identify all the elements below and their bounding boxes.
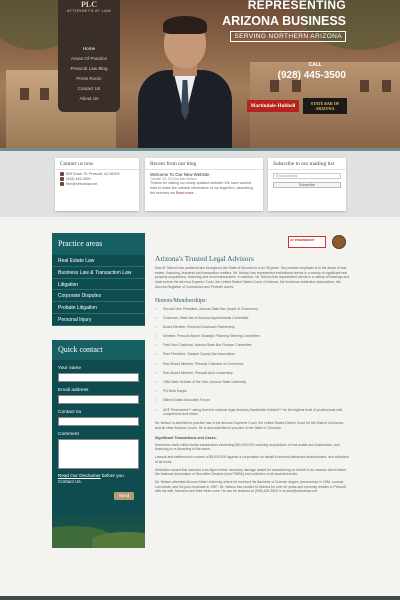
state-bar-badge[interactable]: STATE BAR OF ARIZONA	[303, 98, 347, 114]
list-item: AV® Preeminent™ rating from the national…	[155, 408, 350, 417]
email-input[interactable]	[58, 395, 139, 404]
list-item: Past Board Member, Prescott Area Leaders…	[155, 371, 350, 376]
admission-paragraph: Mr. Nelson is admitted to practice law i…	[155, 421, 344, 431]
comment-label: Comment	[58, 432, 79, 437]
list-item: Second Vice President, Arizona State Bar…	[155, 307, 350, 312]
subscribe-button[interactable]: Subscribe	[273, 182, 341, 188]
contact-box: Contact us now 825 Dover St. Prescott, A…	[55, 158, 139, 211]
blog-box: Recent from our blog Welcome To Our New …	[145, 158, 263, 211]
main-nav: PLC ATTORNEYS AT LAW Home Areas Of Pract…	[58, 0, 120, 112]
read-more-link[interactable]: Read more...	[176, 191, 197, 195]
quick-contact-panel: Quick contact Your name Email address Co…	[52, 340, 145, 548]
hero-banner: PLC ATTORNEYS AT LAW Home Areas Of Pract…	[0, 0, 400, 148]
list-item: Chairman, State Bar of Arizona Appointme…	[155, 316, 350, 321]
location-icon	[60, 172, 64, 177]
mailing-list-title: Subscribe to our mailing list	[273, 161, 335, 167]
list-item: Past Vice Chairman, Arizona State Bar Fi…	[155, 343, 350, 348]
practice-areas-title: Practice areas	[52, 233, 145, 255]
list-item: Phi Beta Kappa	[155, 389, 350, 394]
contact-box-title: Contact us now	[60, 161, 94, 167]
nav-home[interactable]: Home	[58, 46, 120, 51]
transactions-heading: Significant Transactions and Cases:	[155, 435, 217, 440]
hero-headline-2: ARIZONA BUSINESS	[222, 14, 346, 28]
nav-press-room[interactable]: Press Room	[58, 76, 120, 81]
contact-number-label: Contact no	[58, 410, 82, 415]
contact-number-input[interactable]	[58, 417, 139, 426]
martindale-hubbell-badge[interactable]: Martindale-Hubbell	[247, 100, 299, 112]
practice-areas-panel: Practice areas Real Estate Law Business …	[52, 233, 145, 326]
list-item: 1984 Male Scholar of the Year, Arizona S…	[155, 380, 350, 385]
bio-paragraph: Mr. Nelson attended Arizona State Univer…	[155, 479, 346, 494]
landscape-image	[52, 512, 145, 548]
nav-law-blog[interactable]: Prescott Law Blog	[58, 66, 120, 71]
practice-item-probate[interactable]: Probate Litigation	[52, 302, 145, 314]
mailing-list-box: Subscribe to our mailing list Email addr…	[268, 158, 346, 211]
page-title: Arizona's Trusted Legal Advisors	[155, 254, 254, 263]
practice-item-litigation[interactable]: Litigation	[52, 279, 145, 291]
nav-contact-us[interactable]: Contact Us	[58, 86, 120, 91]
hero-tagline: SERVING NORTHERN ARIZONA	[230, 31, 346, 42]
email-icon	[60, 182, 64, 187]
honors-list: Second Vice President, Arizona State Bar…	[155, 307, 350, 417]
intro-paragraph: Mac M. Nelson has practiced law througho…	[155, 266, 350, 289]
list-item: Million Dollar Advocates Forum	[155, 398, 350, 403]
nav-about-us[interactable]: About Us	[58, 96, 120, 101]
cases-paragraph-1: Numerous multi-million dollar transactio…	[155, 442, 340, 452]
list-item: Board Member, Prescott Downtown Partners…	[155, 325, 350, 330]
footer-bar	[0, 596, 400, 600]
hero-headline-1: REPRESENTING	[247, 0, 346, 12]
blog-excerpt: Thanks for visiting our newly updated we…	[150, 181, 253, 196]
cases-paragraph-3: Arbitration award that included a six-fi…	[155, 467, 347, 477]
email-subscribe-input[interactable]: Email address	[273, 173, 341, 179]
hero-phone[interactable]: (928) 445-3500	[278, 70, 346, 81]
practice-item-corporate-disputes[interactable]: Corporate Disputes	[52, 290, 145, 303]
nav-areas-of-practice[interactable]: Areas Of Practice	[58, 56, 120, 61]
practice-item-business-law[interactable]: Business Law & Transaction Law	[52, 267, 145, 279]
email-label: Email address	[58, 388, 89, 393]
name-label: Your name	[58, 366, 82, 371]
send-button[interactable]: Send	[114, 492, 134, 500]
list-item: Past Board Member, Prescott Chamber of C…	[155, 362, 350, 367]
phone-icon	[60, 177, 64, 182]
honors-heading: Honors/Memberships:	[155, 297, 207, 304]
quick-contact-title: Quick contact	[52, 340, 145, 360]
logo-subtitle: ATTORNEYS AT LAW	[66, 8, 112, 13]
comment-textarea[interactable]	[58, 439, 139, 469]
name-input[interactable]	[58, 373, 139, 382]
contact-email[interactable]: firm@nelsonlaw.net	[55, 182, 139, 187]
attorney-photo	[130, 12, 240, 148]
cases-paragraph-2: Lawsuit and settlement in excess of $4,0…	[155, 455, 349, 464]
list-item: Member, Prescott Airport Strategic Plann…	[155, 334, 350, 339]
disclaimer-link[interactable]: Read Our Disclaimer	[58, 473, 101, 478]
list-item: Past President, Yavapai County Bar Assoc…	[155, 352, 350, 357]
call-label: CALL	[308, 62, 322, 68]
disclaimer-text: Read Our Disclaimer before you Contact U…	[58, 473, 124, 484]
blog-box-title: Recent from our blog	[150, 161, 197, 167]
practice-item-real-estate[interactable]: Real Estate Law	[52, 255, 145, 267]
main-content: Arizona's Trusted Legal Advisors Mac M. …	[155, 232, 350, 592]
practice-item-personal-injury[interactable]: Personal Injury	[52, 314, 145, 326]
